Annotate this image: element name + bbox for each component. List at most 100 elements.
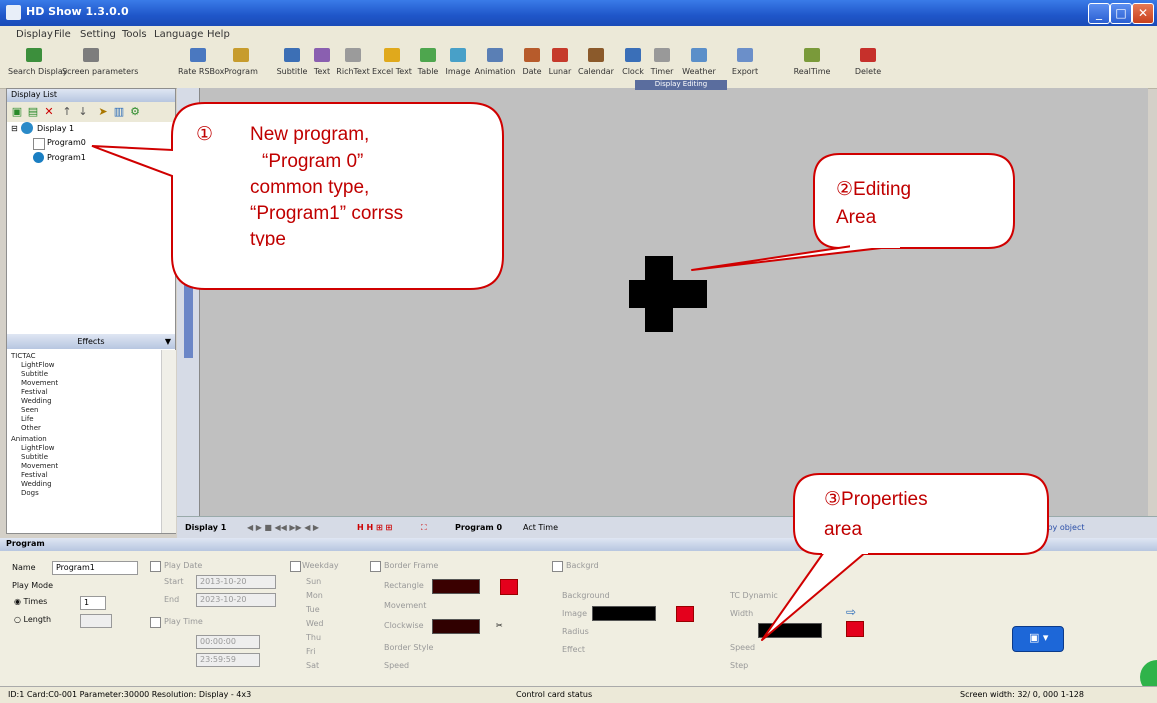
- effects-header[interactable]: Effects ▼: [7, 334, 175, 349]
- text-button[interactable]: Text: [310, 46, 334, 84]
- clock-button[interactable]: Clock: [620, 46, 646, 84]
- length-radio[interactable]: ○ Length: [14, 615, 51, 624]
- effects-item[interactable]: Seen: [21, 406, 39, 414]
- subtitle-button[interactable]: Subtitle: [276, 46, 308, 84]
- border-label: Border Frame: [384, 561, 439, 570]
- table-button[interactable]: Table: [414, 46, 442, 84]
- timer-button[interactable]: Timer: [648, 46, 676, 84]
- menu-help[interactable]: Help: [207, 29, 230, 40]
- import-icon[interactable]: ▥: [113, 106, 125, 118]
- weekday-mon[interactable]: Mon: [306, 591, 323, 600]
- speed-red-swatch[interactable]: [846, 621, 864, 637]
- calendar-button[interactable]: Calendar: [576, 46, 616, 84]
- realtime-button[interactable]: RealTime: [792, 46, 832, 84]
- menu-language[interactable]: Language: [154, 29, 203, 40]
- program-button[interactable]: Program: [224, 46, 258, 84]
- menu-file[interactable]: File: [54, 29, 71, 40]
- settings-icon[interactable]: ⚙: [129, 106, 141, 118]
- effects-item[interactable]: Wedding: [21, 480, 52, 488]
- animation-button[interactable]: Animation: [474, 46, 516, 84]
- maximize-button[interactable]: □: [1110, 3, 1132, 24]
- minimize-button[interactable]: _: [1088, 3, 1110, 24]
- search-display-button[interactable]: Search Display: [8, 46, 68, 84]
- dropdown-icon[interactable]: ▼: [165, 334, 171, 349]
- times-radio[interactable]: ◉ Times: [14, 597, 47, 606]
- effects-item[interactable]: Subtitle: [21, 370, 48, 378]
- image-color-swatch[interactable]: [592, 606, 656, 621]
- expand-icon[interactable]: ⊟: [11, 124, 18, 133]
- playback-controls-icon[interactable]: ◀ ▶ ■ ◀◀ ▶▶ ◀ ▶: [247, 523, 319, 532]
- vertical-tab[interactable]: [184, 270, 193, 358]
- up-icon[interactable]: ↑: [61, 106, 73, 118]
- length-field[interactable]: [80, 614, 112, 628]
- date-button[interactable]: Date: [520, 46, 544, 84]
- delete-button[interactable]: Delete: [852, 46, 884, 84]
- tree-program1[interactable]: Program1: [47, 153, 86, 162]
- effects-item[interactable]: LightFlow: [21, 444, 54, 452]
- speed-color-swatch[interactable]: [758, 623, 822, 638]
- weekday-fri[interactable]: Fri: [306, 647, 316, 656]
- align-icons[interactable]: H H ⊞ ⊞: [357, 523, 392, 532]
- image-button[interactable]: Image: [444, 46, 472, 84]
- export-button[interactable]: Export: [728, 46, 762, 84]
- menu-display[interactable]: Display: [16, 29, 53, 40]
- play-time-checkbox[interactable]: [150, 617, 161, 628]
- background-checkbox[interactable]: [552, 561, 563, 572]
- richtext-button[interactable]: RichText: [336, 46, 370, 84]
- effects-item[interactable]: Movement: [21, 379, 58, 387]
- effects-item[interactable]: Movement: [21, 462, 58, 470]
- effects-item[interactable]: Subtitle: [21, 453, 48, 461]
- send-icon[interactable]: ➤: [97, 106, 109, 118]
- copy-object-link[interactable]: Copy object: [1037, 523, 1085, 532]
- effects-item[interactable]: Festival: [21, 388, 48, 396]
- effects-item[interactable]: Festival: [21, 471, 48, 479]
- start-date-field[interactable]: 2013-10-20: [196, 575, 276, 589]
- effects-item[interactable]: Life: [21, 415, 34, 423]
- end-time-field[interactable]: 23:59:59: [196, 653, 260, 667]
- image-red-swatch[interactable]: [676, 606, 694, 622]
- add-program-icon[interactable]: ▤: [27, 106, 39, 118]
- tree-program0[interactable]: Program0: [47, 138, 86, 147]
- effects-item[interactable]: Other: [21, 424, 41, 432]
- effects-scrollbar[interactable]: [161, 350, 176, 533]
- fullscreen-icon[interactable]: ⛶: [421, 523, 427, 533]
- delete-icon[interactable]: ✕: [43, 106, 55, 118]
- down-icon[interactable]: ↓: [77, 106, 89, 118]
- lunar-button[interactable]: Lunar: [546, 46, 574, 84]
- border-red-swatch[interactable]: [500, 579, 518, 595]
- weekday-tue[interactable]: Tue: [306, 605, 320, 614]
- weekday-sat[interactable]: Sat: [306, 661, 319, 670]
- effects-item[interactable]: Wedding: [21, 397, 52, 405]
- effects-item[interactable]: LightFlow: [21, 361, 54, 369]
- effects-group[interactable]: Animation: [11, 435, 47, 443]
- menu-tools[interactable]: Tools: [122, 29, 147, 40]
- effects-group[interactable]: TICTAC: [11, 352, 36, 360]
- tree-display[interactable]: Display 1: [37, 124, 74, 133]
- weekday-sun[interactable]: Sun: [306, 577, 321, 586]
- canvas-tab[interactable]: Display Editing: [635, 80, 727, 90]
- times-field[interactable]: 1: [80, 596, 106, 610]
- add-display-icon[interactable]: ▣: [11, 106, 23, 118]
- weather-button[interactable]: Weather: [680, 46, 718, 84]
- end-date-field[interactable]: 2023-10-20: [196, 593, 276, 607]
- menu-setting[interactable]: Setting: [80, 29, 116, 40]
- weekday-thu[interactable]: Thu: [306, 633, 321, 642]
- rate-rsbox-button[interactable]: Rate RSBox: [178, 46, 224, 84]
- weekday-checkbox[interactable]: [290, 561, 301, 572]
- right-arrow-icon[interactable]: ⇨: [846, 605, 856, 619]
- close-button[interactable]: ✕: [1132, 3, 1154, 24]
- effects-item[interactable]: Dogs: [21, 489, 39, 497]
- properties-title: Program: [6, 539, 45, 548]
- start-time-field[interactable]: 00:00:00: [196, 635, 260, 649]
- weekday-wed[interactable]: Wed: [306, 619, 323, 628]
- background-row: Background: [562, 591, 610, 600]
- screen-parameters-button[interactable]: Screen parameters: [62, 46, 138, 84]
- play-date-checkbox[interactable]: [150, 561, 161, 572]
- border-color-swatch[interactable]: [432, 579, 480, 594]
- excel-text-button[interactable]: Excel Text: [372, 46, 412, 84]
- screen-toggle-button[interactable]: ▣ ▾: [1012, 626, 1064, 652]
- border-checkbox[interactable]: [370, 561, 381, 572]
- border-black-swatch[interactable]: [432, 619, 480, 634]
- scissors-icon[interactable]: ✂: [496, 621, 503, 630]
- name-field[interactable]: Program1: [52, 561, 138, 575]
